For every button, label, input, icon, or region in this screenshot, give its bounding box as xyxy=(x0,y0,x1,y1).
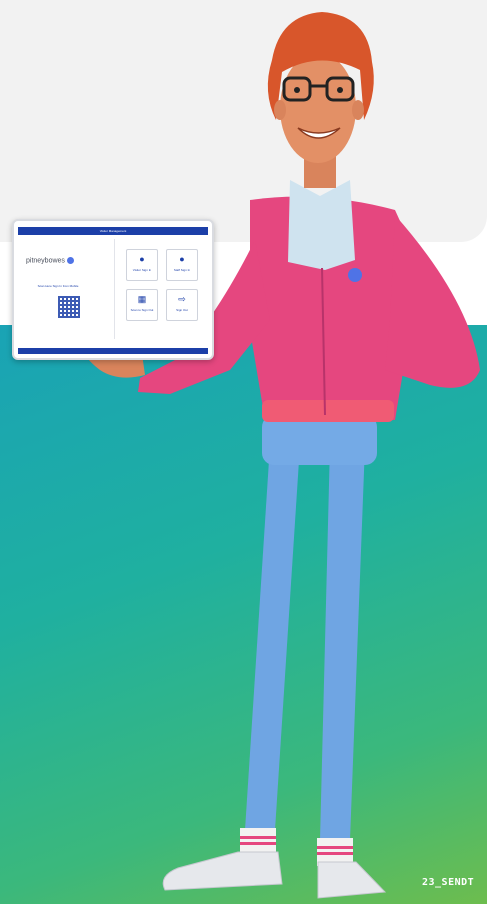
cartoon-man-illustration xyxy=(80,12,480,899)
right-leg xyxy=(320,445,365,840)
visitor-sign-in-button[interactable]: ● Visitor Sign In xyxy=(126,249,158,281)
right-shoe xyxy=(317,861,387,899)
brand-mark-icon xyxy=(66,257,74,264)
divider xyxy=(114,239,115,339)
hoodie-logo xyxy=(348,268,362,282)
qr-scan-icon: ▦ xyxy=(137,294,147,304)
tablet-header: Visitor Management xyxy=(18,227,208,235)
qr-caption: Scan Here Sign In from Mobile xyxy=(37,284,79,288)
left-leg xyxy=(245,445,300,830)
tile-label: Sign Out xyxy=(176,308,188,312)
right-arm xyxy=(385,215,480,388)
person-icon: ● xyxy=(139,254,145,264)
tablet-footer xyxy=(18,348,208,354)
scan-to-sign-out-button[interactable]: ▦ Scan to Sign Out xyxy=(126,289,158,321)
jeans-waist xyxy=(262,415,377,465)
head xyxy=(280,53,356,163)
brand-name: pitneybowes xyxy=(26,257,65,265)
left-shoe xyxy=(162,851,283,891)
tile-label: Scan to Sign Out xyxy=(130,308,154,312)
sign-out-icon: ⇨ xyxy=(178,294,186,304)
staff-sign-in-button[interactable]: ● Staff Sign In xyxy=(166,249,198,281)
qr-code-icon xyxy=(58,296,80,318)
shirt-collar xyxy=(288,180,355,270)
image-tag: 23_SENDT xyxy=(422,877,475,888)
tablet-device: Visitor Management pitneybowes Scan Here… xyxy=(12,219,214,360)
brand-logo: pitneybowes xyxy=(26,257,74,264)
hoodie-hem xyxy=(262,400,394,422)
tile-label: Visitor Sign In xyxy=(132,268,152,272)
sign-out-button[interactable]: ⇨ Sign Out xyxy=(166,289,198,321)
person-icon: ● xyxy=(179,254,185,264)
tile-label: Staff Sign In xyxy=(173,268,191,272)
